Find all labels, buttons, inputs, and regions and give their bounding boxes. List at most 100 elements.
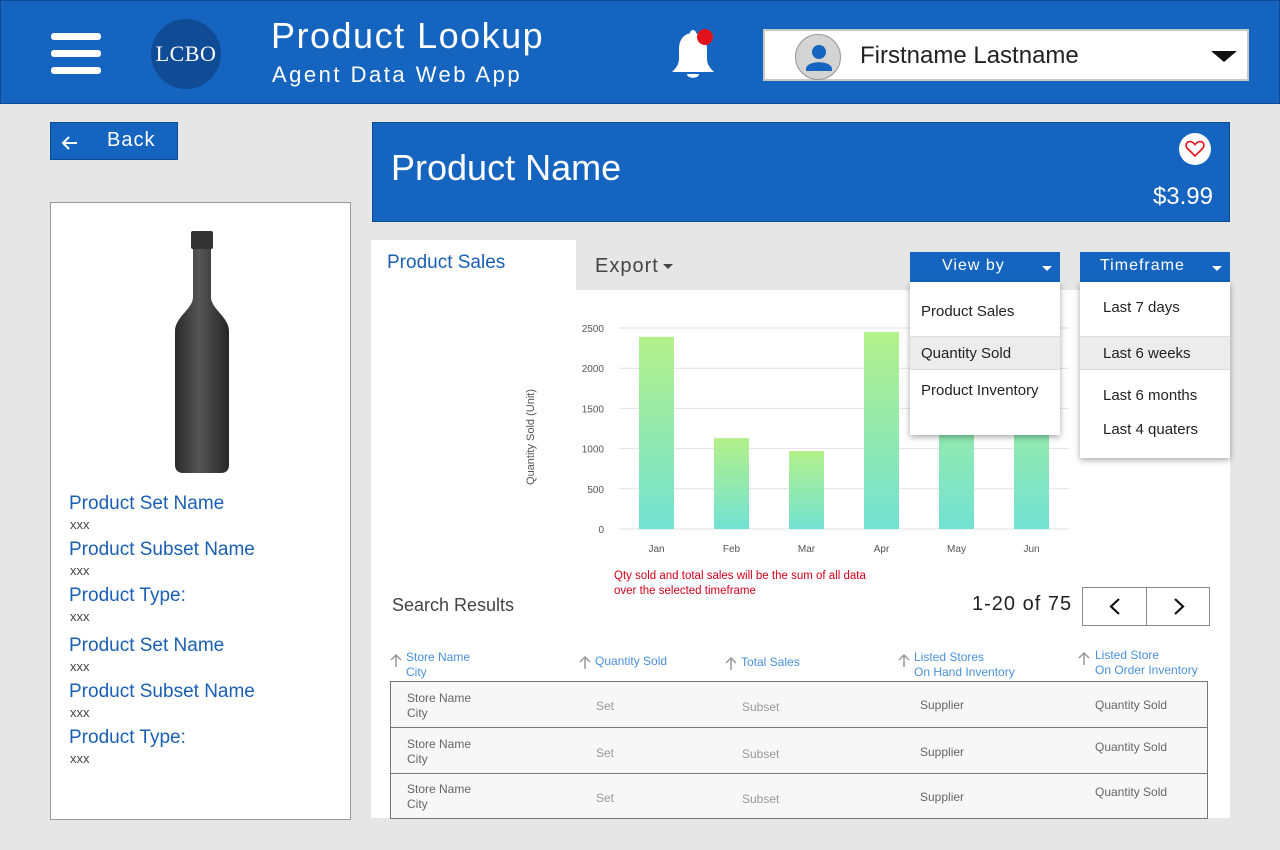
column-header-total-sales[interactable]: Total Sales	[741, 655, 800, 670]
y-axis-label: Quantity Sold (Unit)	[525, 389, 537, 485]
chevron-down-icon	[1211, 51, 1237, 62]
column-header-quantity-sold[interactable]: Quantity Sold	[595, 654, 667, 669]
attr-value: xxx	[70, 517, 90, 532]
view-by-option-product-inventory[interactable]: Product Inventory	[910, 374, 1060, 408]
cell-supplier: Supplier	[920, 698, 965, 712]
back-button[interactable]: Back	[50, 122, 178, 160]
product-bottle-image	[175, 231, 229, 473]
column-header-on-order-inventory[interactable]: Listed Store On Order Inventory	[1095, 648, 1198, 678]
attr-label: Product Subset Name	[69, 539, 255, 560]
y-tick-label: 500	[587, 485, 604, 496]
chevron-left-icon	[1109, 598, 1120, 615]
attr-value: xxx	[70, 563, 90, 578]
attr-value: xxx	[70, 609, 90, 624]
hamburger-menu-icon[interactable]	[51, 33, 101, 75]
view-by-dropdown[interactable]: View by	[910, 252, 1060, 282]
sort-arrow-icon[interactable]	[725, 657, 737, 671]
cell-subset: Subset	[742, 747, 780, 761]
sort-arrow-icon[interactable]	[390, 654, 402, 668]
timeframe-menu: Last 7 days Last 6 weeks Last 6 months L…	[1080, 282, 1230, 458]
timeframe-dropdown[interactable]: Timeframe	[1080, 252, 1230, 282]
cell-store: Store Name City	[407, 737, 472, 766]
x-tick-label: Feb	[723, 544, 741, 555]
content-panel: Product Sales Export 0 500 1000 1500 2000 250…	[371, 240, 1230, 819]
app-header: LCBO Product Lookup Agent Data Web App F…	[0, 0, 1280, 104]
sort-arrow-icon[interactable]	[1078, 652, 1090, 666]
product-price: $3.99	[1152, 183, 1213, 210]
attr-label: Product Subset Name	[69, 681, 255, 702]
cell-store: Store Name City	[407, 691, 472, 720]
arrow-left-icon	[61, 136, 77, 150]
y-tick-label: 1000	[582, 445, 605, 456]
attr-value: xxx	[70, 705, 90, 720]
lcbo-logo: LCBO	[151, 19, 221, 89]
app-subtitle: Agent Data Web App	[272, 62, 523, 87]
table-row[interactable]: Store Name City Set Subset Supplier Quant…	[390, 681, 1208, 728]
x-tick-label: Jan	[648, 544, 664, 555]
attr-label: Product Set Name	[69, 493, 225, 514]
cell-supplier: Supplier	[920, 790, 965, 804]
timeframe-option-4-quarters[interactable]: Last 4 quaters	[1080, 413, 1230, 447]
bar-mar	[789, 451, 824, 529]
product-name: Product Name	[391, 147, 622, 188]
bar-apr	[864, 332, 899, 529]
y-tick-label: 2500	[582, 324, 605, 335]
product-banner: Product Name $3.99	[372, 122, 1230, 222]
product-details-panel: Product Set Name xxx Product Subset Name…	[50, 202, 351, 820]
x-tick-label: May	[947, 544, 966, 555]
search-results-title: Search Results	[392, 595, 515, 615]
cell-quantity: Quantity Sold	[1095, 785, 1168, 799]
x-tick-label: Mar	[798, 544, 816, 555]
table-row[interactable]: Store Name City Set Subset Supplier Quant…	[390, 727, 1208, 774]
column-header-store[interactable]: Store Name City	[406, 650, 470, 680]
cell-subset: Subset	[742, 792, 780, 806]
favorite-button[interactable]	[1179, 133, 1211, 165]
user-account-dropdown[interactable]: Firstname Lastname	[763, 29, 1249, 81]
table-row[interactable]: Store Name City Set Subset Supplier Quant…	[390, 773, 1208, 819]
next-page-button[interactable]	[1147, 588, 1211, 625]
attr-value: xxx	[70, 751, 90, 766]
column-header-on-hand-inventory[interactable]: Listed Stores On Hand Inventory	[914, 650, 1015, 680]
attr-label: Product Type:	[69, 727, 186, 748]
sort-arrow-icon[interactable]	[579, 656, 591, 670]
attr-label: Product Set Name	[69, 635, 225, 656]
previous-page-button[interactable]	[1083, 588, 1147, 625]
bar-feb	[714, 438, 749, 529]
pagination-label: 1-20 of 75	[972, 593, 1073, 615]
timeframe-option-6-weeks[interactable]: Last 6 weeks	[1080, 336, 1230, 370]
x-tick-label: Jun	[1023, 544, 1039, 555]
chart-note: Qty sold and total sales will be the sum…	[614, 570, 866, 597]
timeframe-label: Timeframe	[1100, 257, 1185, 274]
timeframe-option-6-months[interactable]: Last 6 months	[1080, 379, 1230, 413]
notification-badge	[697, 29, 713, 45]
chevron-right-icon	[1174, 598, 1185, 615]
back-label: Back	[107, 129, 156, 151]
pager	[1082, 587, 1210, 626]
cell-quantity: Quantity Sold	[1095, 698, 1168, 712]
view-by-label: View by	[942, 257, 1005, 274]
view-by-option-quantity-sold[interactable]: Quantity Sold	[910, 336, 1060, 370]
timeframe-option-7-days[interactable]: Last 7 days	[1080, 291, 1230, 325]
y-tick-label: 1500	[582, 404, 605, 415]
cell-store: Store Name City	[407, 782, 472, 811]
caret-down-icon	[1212, 266, 1222, 271]
attr-value: xxx	[70, 659, 90, 674]
attr-label: Product Type:	[69, 585, 186, 606]
heart-icon	[1185, 140, 1205, 158]
cell-supplier: Supplier	[920, 745, 965, 759]
cell-subset: Subset	[742, 700, 780, 714]
y-tick-label: 2000	[582, 364, 605, 375]
cell-set: Set	[596, 746, 615, 760]
view-by-menu: Product Sales Quantity Sold Product Inve…	[910, 282, 1060, 435]
cell-set: Set	[596, 699, 615, 713]
view-by-option-product-sales[interactable]: Product Sales	[910, 295, 1060, 329]
caret-down-icon	[1042, 266, 1052, 271]
x-tick-label: Apr	[874, 544, 890, 555]
sort-arrow-icon[interactable]	[898, 654, 910, 668]
y-tick-label: 0	[598, 525, 604, 536]
app-title: Product Lookup	[271, 15, 545, 56]
cell-quantity: Quantity Sold	[1095, 740, 1168, 754]
user-avatar-icon	[795, 34, 841, 80]
cell-set: Set	[596, 791, 615, 805]
user-name: Firstname Lastname	[860, 42, 1079, 69]
